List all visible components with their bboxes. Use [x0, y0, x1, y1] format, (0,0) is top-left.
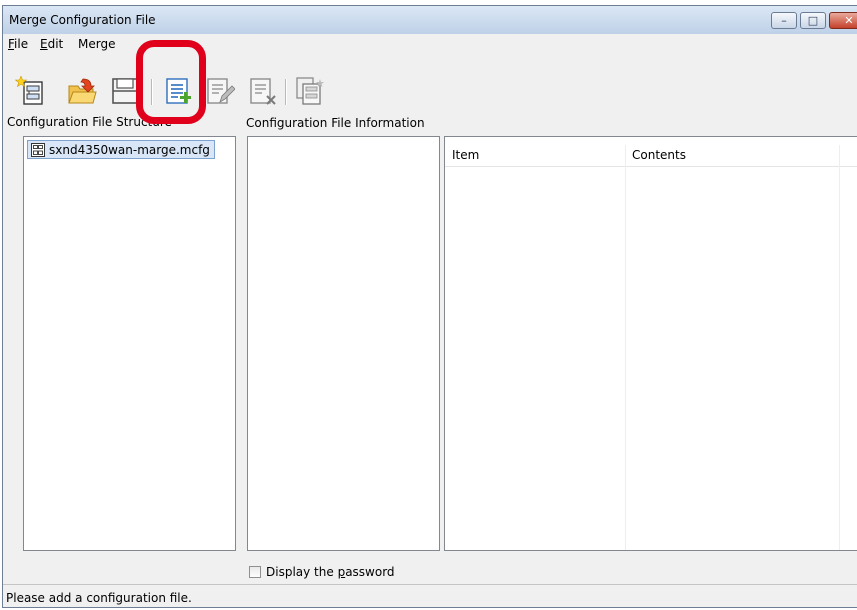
edit-item-icon[interactable] [205, 76, 235, 106]
column-header-contents[interactable]: Contents [625, 145, 839, 166]
minimize-icon: – [781, 14, 787, 27]
close-button[interactable]: ✕ [829, 12, 857, 29]
annotation-highlight-circle [136, 40, 206, 124]
table-header: Item Contents [445, 145, 857, 167]
title-bar[interactable]: Merge Configuration File – □ ✕ [3, 6, 857, 34]
copy-item-icon[interactable] [294, 76, 324, 106]
display-password-option[interactable]: Display the password [249, 564, 395, 580]
column-header-item[interactable]: Item [445, 145, 625, 166]
new-configuration-icon[interactable] [15, 76, 45, 106]
configuration-file-icon [31, 142, 45, 157]
maximize-icon: □ [807, 14, 819, 27]
toolbar [3, 54, 857, 110]
menu-bar: File Edit Merge [3, 34, 857, 54]
column-divider [625, 145, 626, 550]
item-contents-table[interactable]: Item Contents [444, 136, 857, 551]
configuration-structure-tree[interactable]: sxnd4350wan-marge.mcfg [23, 136, 236, 551]
configuration-info-list[interactable] [247, 136, 440, 551]
open-folder-icon[interactable] [67, 76, 97, 106]
display-password-label: Display the password [266, 565, 395, 579]
tree-item-configuration-file[interactable]: sxnd4350wan-marge.mcfg [27, 140, 215, 159]
main-window: Merge Configuration File – □ ✕ File Edit… [2, 5, 857, 608]
menu-file[interactable]: File [8, 37, 28, 51]
status-bar: Please add a configuration file. [3, 584, 857, 607]
window-title: Merge Configuration File [9, 13, 156, 27]
tree-item-label: sxnd4350wan-marge.mcfg [49, 142, 210, 157]
toolbar-separator [285, 79, 287, 105]
delete-item-icon[interactable] [248, 76, 278, 106]
menu-edit[interactable]: Edit [40, 37, 63, 51]
info-panel-label: Configuration File Information [246, 116, 425, 130]
maximize-button[interactable]: □ [800, 12, 826, 29]
close-icon: ✕ [844, 14, 854, 27]
status-message: Please add a configuration file. [6, 591, 192, 605]
menu-merge[interactable]: Merge [78, 37, 115, 51]
column-divider [839, 145, 840, 550]
display-password-checkbox[interactable] [249, 566, 261, 578]
minimize-button[interactable]: – [771, 12, 797, 29]
